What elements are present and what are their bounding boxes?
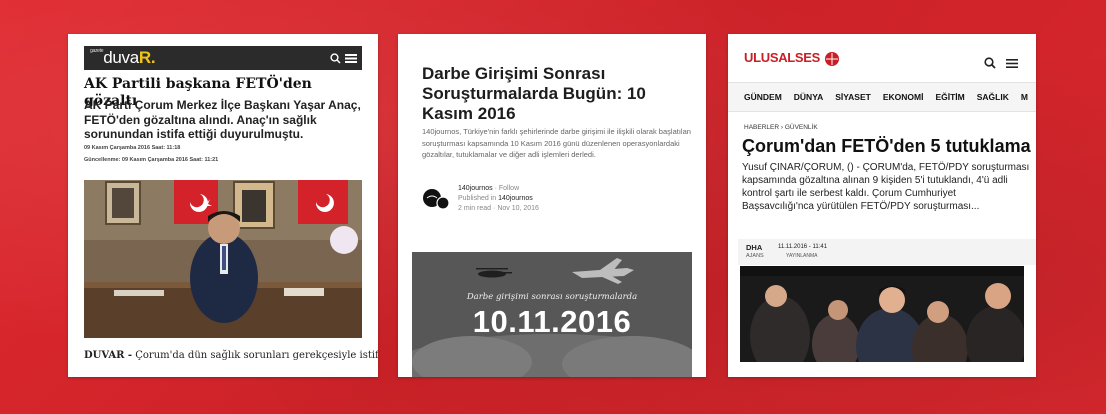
read-time: 2 min read: [458, 205, 492, 212]
ulusalses-article-card: ULUSALSES GÜNDEM DÜNYA SİYASET EKONOMİ E…: [728, 34, 1036, 377]
article-headline[interactable]: Darbe Girişimi Sonrası Soruşturmalarda B…: [422, 64, 688, 124]
duvar-logo[interactable]: gazeteduvaR.: [90, 48, 156, 68]
nav-item-siyaset[interactable]: SİYASET: [835, 92, 871, 102]
hero-image: Darbe girişimi sonrası soruşturmalarda 1…: [412, 252, 692, 377]
article-headline[interactable]: Çorum'dan FETÖ'den 5 tutuklama: [742, 136, 1034, 157]
author-name[interactable]: 140journos: [458, 185, 493, 192]
hero-subtitle: Darbe girişimi sonrası soruşturmalarda: [466, 292, 638, 302]
search-icon[interactable]: [330, 49, 341, 68]
duvar-header: gazeteduvaR.: [84, 46, 362, 70]
publication-link[interactable]: 140journos: [498, 195, 533, 202]
follow-link[interactable]: Follow: [499, 185, 519, 192]
ulusalses-logo[interactable]: ULUSALSES: [744, 50, 841, 67]
nav-item-saglik[interactable]: SAĞLIK: [977, 92, 1009, 102]
updated-date: Güncellenme: 09 Kasım Çarşamba 2016 Saat…: [84, 157, 219, 163]
nav-item-more[interactable]: M: [1021, 92, 1028, 102]
journos-article-card: Darbe Girişimi Sonrası Soruşturmalarda B…: [398, 34, 706, 377]
source-bar: DHA AJANS 11.11.2016 - 11:41 YAYINLANMA: [738, 239, 1036, 265]
source-agency: DHA AJANS: [746, 243, 764, 259]
hero-date: 10.11.2016: [472, 304, 632, 339]
author-block: 140journos · Follow Published in 140jour…: [458, 185, 539, 212]
article-lead: AK Parti Çorum Merkez İlçe Başkanı Yaşar…: [84, 98, 361, 141]
nav-item-egitim[interactable]: EĞİTİM: [935, 92, 964, 102]
article-photo: [740, 266, 1024, 362]
category-nav: GÜNDEM DÜNYA SİYASET EKONOMİ EĞİTİM SAĞL…: [728, 82, 1036, 112]
publish-info: 11.11.2016 - 11:41 YAYINLANMA: [778, 244, 828, 259]
menu-icon[interactable]: [1006, 54, 1018, 73]
article-description: 140journos, Türkiye'nin farklı şehirleri…: [422, 127, 691, 159]
post-date: Nov 10, 2016: [497, 205, 539, 212]
author-avatar[interactable]: [422, 188, 450, 210]
search-icon[interactable]: [984, 54, 996, 73]
duvar-article-card: gazeteduvaR. AK Partili başkana FETÖ'den…: [68, 34, 378, 377]
breadcrumb[interactable]: HABERLER › GÜVENLİK: [744, 124, 818, 131]
published-date: 09 Kasım Çarşamba 2016 Saat: 11:18: [84, 145, 181, 151]
nav-item-ekonomi[interactable]: EKONOMİ: [883, 92, 924, 102]
menu-icon[interactable]: [345, 49, 357, 68]
article-caption: DUVAR - Çorum'da dün sağlık sorunları ge…: [84, 350, 378, 361]
article-lead: Yusuf ÇINAR/ÇORUM, () - ÇORUM'da, FETÖ/P…: [742, 162, 1030, 212]
article-photo: [84, 180, 362, 338]
nav-item-gundem[interactable]: GÜNDEM: [744, 92, 782, 102]
nav-item-dunya[interactable]: DÜNYA: [794, 92, 823, 102]
